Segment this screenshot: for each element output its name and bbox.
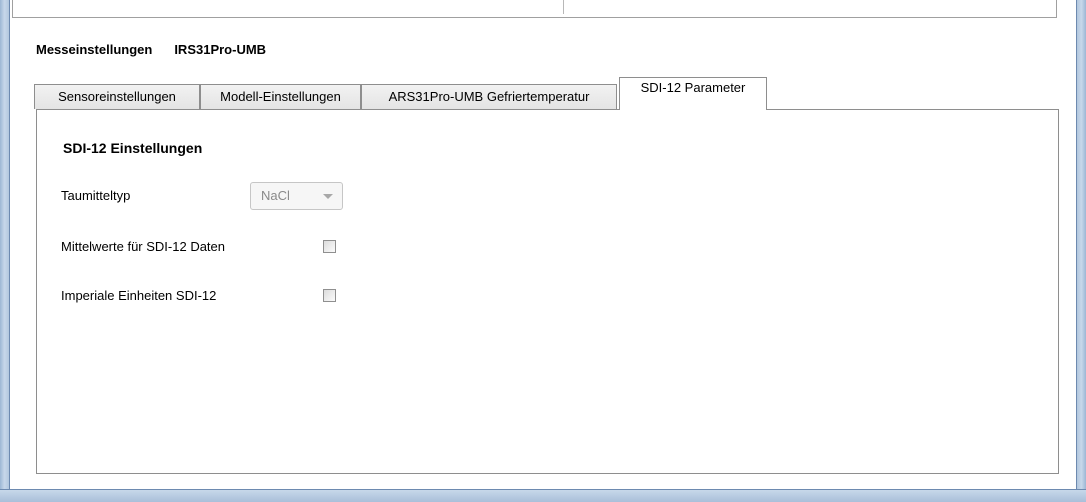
deicer-type-label: Taumitteltyp: [61, 188, 131, 203]
deicer-type-value: NaCl: [261, 188, 290, 203]
settings-header: Messeinstellungen IRS31Pro-UMB: [36, 42, 266, 57]
device-name: IRS31Pro-UMB: [174, 42, 267, 57]
upper-panel-divider: [563, 0, 564, 14]
window-frame-right: [1076, 0, 1086, 502]
tab-sdi12-parameter[interactable]: SDI-12 Parameter: [619, 77, 767, 110]
tab-sensoreinstellungen[interactable]: Sensoreinstellungen: [34, 84, 200, 109]
window-frame-left: [0, 0, 10, 502]
imperial-units-label: Imperiale Einheiten SDI-12: [61, 288, 217, 303]
averages-label: Mittelwerte für SDI-12 Daten: [61, 239, 226, 254]
upper-panel-edge: [12, 0, 1057, 18]
section-title: SDI-12 Einstellungen: [63, 140, 203, 156]
tab-modell-einstellungen[interactable]: Modell-Einstellungen: [200, 84, 361, 109]
imperial-units-checkbox[interactable]: [323, 289, 336, 302]
chevron-down-icon: [323, 194, 333, 199]
window-frame-bottom: [0, 489, 1086, 502]
group-label: Messeinstellungen: [36, 42, 153, 57]
tab-panel-sdi12: SDI-12 Einstellungen Taumitteltyp NaCl M…: [36, 109, 1059, 474]
averages-checkbox[interactable]: [323, 240, 336, 253]
deicer-type-select[interactable]: NaCl: [250, 182, 343, 210]
tab-ars31pro-gefriertemperatur[interactable]: ARS31Pro-UMB Gefriertemperatur: [361, 84, 617, 109]
